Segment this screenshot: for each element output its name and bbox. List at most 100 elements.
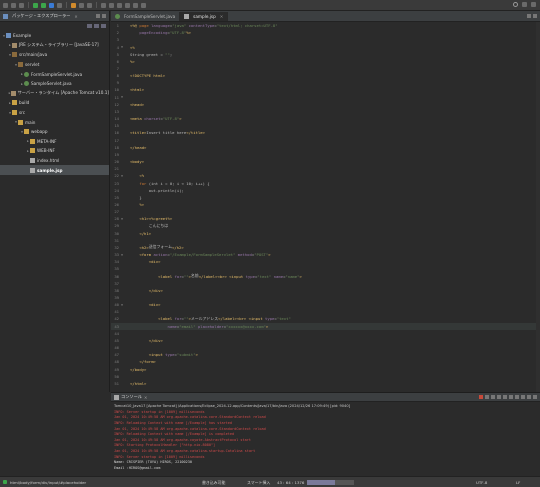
tree-item[interactable]: ▾ src (0, 108, 109, 118)
code-line[interactable]: 24 out.println(i); (111, 187, 540, 194)
fold-marker-icon[interactable]: ⊖ (121, 45, 130, 49)
code-line[interactable]: 17 (111, 137, 540, 144)
tree-item[interactable]: ▸ サーバー・ランタイム [Apache Tomcat v10.1] (0, 89, 109, 99)
tree-item[interactable]: ▾ Example (0, 31, 109, 41)
new-package-icon[interactable] (79, 2, 84, 8)
tree-item[interactable]: ▸ WEB-INF (0, 146, 109, 156)
code-line[interactable]: 30 </h1> (111, 230, 540, 237)
code-line[interactable]: 32 <h2> 送信フォーム </h2> (111, 244, 540, 251)
new-icon[interactable] (3, 2, 8, 8)
new-class-icon[interactable] (87, 2, 92, 8)
code-line[interactable]: 19 (111, 151, 540, 158)
minimize-icon[interactable] (96, 14, 100, 18)
maximize-icon[interactable] (533, 395, 537, 399)
code-line[interactable]: 45 </div> (111, 337, 540, 344)
fold-marker-icon[interactable]: ⊖ (121, 303, 130, 307)
word-wrap-icon[interactable] (503, 395, 507, 399)
tree-item[interactable]: ▾ servlet (0, 60, 109, 70)
tree-item[interactable]: ▸ build (0, 98, 109, 108)
next-annotation-icon[interactable] (117, 2, 122, 8)
tree-item[interactable]: ▸ FormSampleServlet.java (0, 69, 109, 79)
code-line[interactable]: 35 (111, 265, 540, 272)
tree-item[interactable]: index.html (0, 156, 109, 166)
editor-tab[interactable]: FormSampleServlet.java (111, 12, 181, 21)
pin-console-icon[interactable] (509, 395, 513, 399)
code-line[interactable]: 14 <meta charset = "UTF-8" > (111, 115, 540, 122)
code-line[interactable]: 20 <body> (111, 158, 540, 165)
tree-item[interactable]: ▸ SampleServlet.java (0, 79, 109, 89)
new-java-project-icon[interactable] (71, 2, 76, 8)
code-line[interactable]: 28 ⊖ <h1> <%=greet%> (111, 215, 540, 222)
code-line[interactable]: 49 </body> (111, 366, 540, 373)
code-line[interactable]: 43 name = "email" placeholder = "xxxxxx@xxxx… (111, 322, 540, 330)
code-line[interactable]: 31 (111, 237, 540, 244)
fold-marker-icon[interactable]: ⊖ (121, 217, 130, 221)
code-line[interactable]: 48 </form> (111, 358, 540, 365)
code-line[interactable]: 51 </html> (111, 380, 540, 387)
code-line[interactable]: 40 ⊖ <div> (111, 301, 540, 308)
previous-annotation-icon[interactable] (125, 2, 130, 8)
code-line[interactable]: 34 <div> (111, 258, 540, 265)
code-line[interactable]: 42 <label for = "" > メールアドレス </label><br> <in… (111, 315, 540, 322)
run-icon[interactable] (41, 2, 46, 8)
code-line[interactable]: 36 <label for = "" > 名前 </label><br> <input t… (111, 272, 540, 279)
open-type-icon[interactable] (101, 2, 106, 8)
perspective-icon[interactable] (522, 2, 527, 7)
code-line[interactable]: 11 ⊖ (111, 94, 540, 101)
tree-item[interactable]: ▾ webapp (0, 127, 109, 137)
code-line[interactable]: 2 pageEncoding = "UTF-8" %> (111, 29, 540, 36)
java-perspective-icon[interactable] (531, 2, 536, 7)
code-line[interactable]: 37 (111, 280, 540, 287)
code-line[interactable]: 39 (111, 294, 540, 301)
code-line[interactable]: 5 String greet = ""; (111, 51, 540, 58)
close-tab-icon[interactable]: ✕ (220, 14, 224, 19)
minimize-icon[interactable] (527, 395, 531, 399)
terminate-icon[interactable] (479, 395, 483, 399)
code-line[interactable]: 7 (111, 65, 540, 72)
coverage-icon[interactable] (49, 2, 54, 8)
code-line[interactable]: 27 (111, 208, 540, 215)
code-line[interactable]: 47 <input type = "submit" > (111, 351, 540, 358)
close-icon[interactable]: ✕ (144, 395, 147, 400)
code-line[interactable]: 23 for (int i = 0; i < 10; i++) { (111, 179, 540, 186)
code-line[interactable]: 18 </head> (111, 144, 540, 151)
package-explorer-title[interactable]: パッケージ・エクスプローラー (12, 13, 70, 19)
maximize-icon[interactable] (102, 14, 106, 18)
code-line[interactable]: 4 ⊖ <% (111, 43, 540, 50)
link-with-editor-icon[interactable] (94, 24, 99, 28)
code-line[interactable]: 6 %> (111, 58, 540, 65)
save-all-icon[interactable] (19, 2, 24, 8)
minimize-icon[interactable] (527, 14, 531, 18)
code-line[interactable]: 8 <!DOCTYPE html> (111, 72, 540, 79)
code-line[interactable]: 33 ⊖ <form action = "/Example/FormSampleSer… (111, 251, 540, 258)
code-line[interactable]: 10 <html> (111, 86, 540, 93)
clear-console-icon[interactable] (491, 395, 495, 399)
code-line[interactable]: 38 </div> (111, 287, 540, 294)
code-line[interactable]: 44 (111, 330, 540, 337)
code-line[interactable]: 12 <head> (111, 101, 540, 108)
code-line[interactable]: 25 } (111, 194, 540, 201)
code-line[interactable]: 21 (111, 165, 540, 172)
close-icon[interactable]: ✕ (74, 14, 77, 19)
fold-marker-icon[interactable]: ⊖ (121, 174, 130, 178)
collapse-all-icon[interactable] (87, 24, 92, 28)
code-line[interactable]: 13 (111, 108, 540, 115)
view-menu-icon[interactable] (101, 24, 106, 28)
console-title[interactable]: コンソール (121, 394, 142, 400)
tree-item[interactable]: ▸ JRE システム・ライブラリー [JavaSE-17] (0, 41, 109, 51)
display-console-icon[interactable] (515, 395, 519, 399)
external-tools-icon[interactable] (57, 2, 62, 8)
search-icon[interactable] (513, 2, 518, 7)
maximize-icon[interactable] (533, 14, 537, 18)
code-line[interactable]: 15 (111, 122, 540, 129)
scroll-lock-icon[interactable] (497, 395, 501, 399)
editor-tab[interactable]: sample.jsp ✕ (180, 12, 229, 21)
debug-icon[interactable] (33, 2, 38, 8)
tree-item[interactable]: ▾ main (0, 117, 109, 127)
tree-item[interactable]: sample.jsp (0, 165, 109, 175)
code-editor[interactable]: 1 <%@ page language = "java" contentType = "t… (111, 22, 540, 392)
code-line[interactable]: 3 (111, 36, 540, 43)
code-line[interactable]: 50 (111, 373, 540, 380)
tree-item[interactable]: ▾ src/main/java (0, 50, 109, 60)
fold-marker-icon[interactable]: ⊖ (121, 95, 130, 99)
